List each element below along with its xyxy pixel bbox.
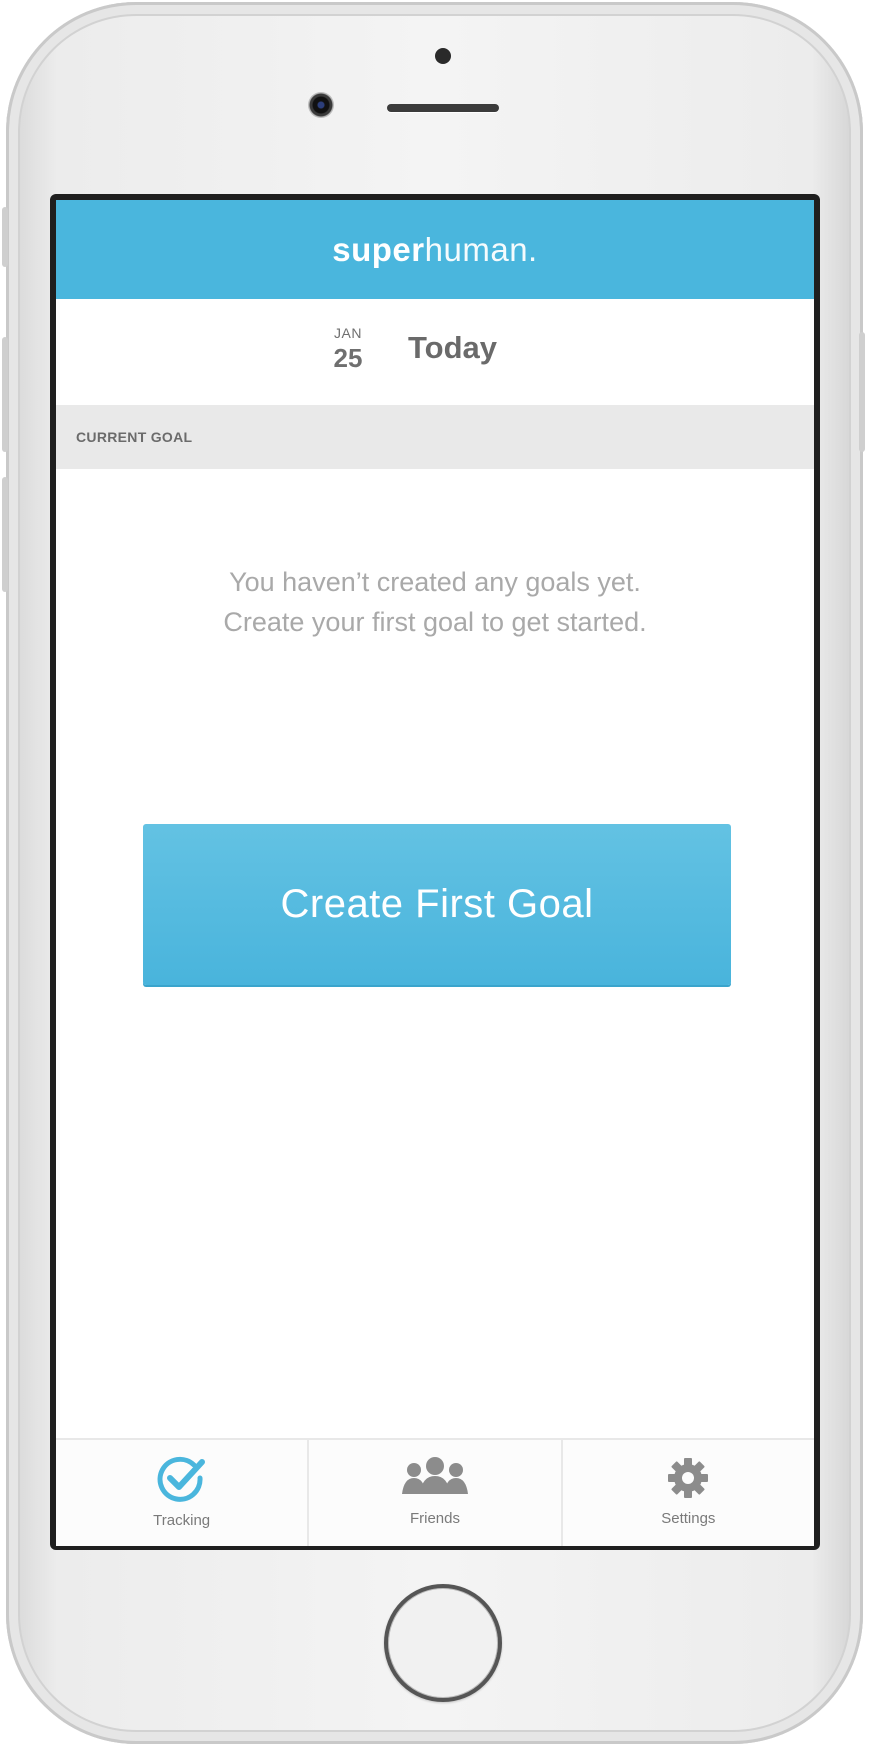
volume-down-button — [2, 477, 8, 592]
tab-tracking[interactable]: Tracking — [56, 1440, 310, 1546]
tab-settings-label: Settings — [661, 1510, 716, 1527]
mute-switch — [2, 207, 8, 267]
earpiece-speaker — [387, 104, 499, 112]
brand-logo: superhuman. — [332, 231, 537, 269]
empty-state-message: You haven’t created any goals yet. Creat… — [56, 562, 814, 642]
date-bar: JAN 25 Today — [56, 299, 814, 405]
empty-state-line-1: You haven’t created any goals yet. — [229, 567, 641, 597]
power-button — [859, 332, 865, 452]
volume-up-button — [2, 337, 8, 452]
date-badge: JAN 25 — [328, 325, 368, 374]
current-goal-heading: CURRENT GOAL — [76, 429, 193, 445]
tab-friends[interactable]: Friends — [309, 1440, 563, 1546]
app-header: superhuman. — [56, 200, 814, 299]
tab-bar: Tracking Friends Settings — [56, 1438, 814, 1546]
create-first-goal-button[interactable]: Create First Goal — [143, 824, 731, 985]
app-screen: superhuman. JAN 25 Today CURRENT GOAL Yo… — [56, 200, 814, 1546]
current-goal-header: CURRENT GOAL — [56, 405, 814, 469]
tab-settings[interactable]: Settings — [563, 1440, 814, 1546]
brand-bold: super — [332, 230, 425, 268]
brand-light: human. — [424, 230, 538, 268]
tab-friends-label: Friends — [409, 1510, 460, 1527]
date-month: JAN — [334, 325, 362, 341]
tab-tracking-label: Tracking — [153, 1512, 211, 1529]
date-label: Today — [408, 330, 497, 365]
empty-state-line-2: Create your first goal to get started. — [223, 607, 647, 637]
front-camera — [308, 92, 334, 118]
date-day: 25 — [333, 343, 363, 373]
gear-icon — [666, 1456, 710, 1505]
home-button[interactable] — [384, 1584, 502, 1702]
check-circle-icon — [156, 1456, 208, 1507]
proximity-sensor — [435, 48, 451, 64]
people-icon — [400, 1456, 470, 1501]
